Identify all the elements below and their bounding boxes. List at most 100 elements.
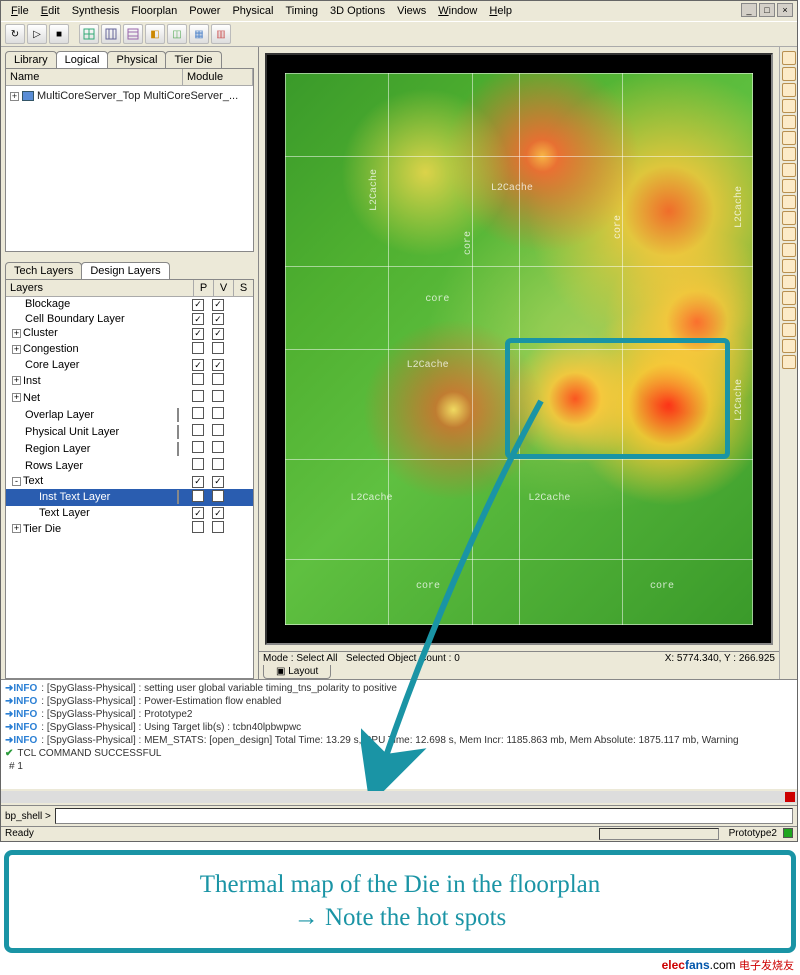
tree-header-module[interactable]: Module — [183, 69, 253, 85]
window-minimize-button[interactable]: _ — [741, 3, 757, 17]
side-tool-button[interactable] — [782, 179, 796, 193]
expander-icon[interactable]: + — [12, 345, 21, 354]
layer-checkbox-s[interactable] — [212, 342, 224, 354]
layer-checkbox-s[interactable]: ✓ — [212, 299, 224, 311]
side-tool-button[interactable] — [782, 355, 796, 369]
side-tool-button[interactable] — [782, 323, 796, 337]
expander-icon[interactable]: + — [12, 524, 21, 533]
layer-row[interactable]: -Text✓✓ — [6, 474, 253, 489]
menu-views[interactable]: Views — [391, 3, 432, 19]
expander-icon[interactable]: + — [12, 393, 21, 402]
layer-row[interactable]: Text Layer✓✓ — [6, 506, 253, 521]
layer-checkbox-v[interactable] — [192, 490, 204, 502]
toolbar-tool-d-icon[interactable]: ▥ — [211, 24, 231, 44]
toolbar-tool-c-icon[interactable]: ▦ — [189, 24, 209, 44]
layer-checkbox-s[interactable] — [212, 407, 224, 419]
layer-checkbox-s[interactable]: ✓ — [212, 313, 224, 325]
layer-checkbox-v[interactable] — [192, 373, 204, 385]
side-tool-button[interactable] — [782, 147, 796, 161]
layer-row[interactable]: Inst Text Layer — [6, 489, 253, 506]
layer-checkbox-s[interactable]: ✓ — [212, 359, 224, 371]
layer-checkbox-s[interactable]: ✓ — [212, 476, 224, 488]
layer-checkbox-s[interactable] — [212, 441, 224, 453]
layer-checkbox-v[interactable]: ✓ — [192, 313, 204, 325]
toolbar-tool-b-icon[interactable]: ◫ — [167, 24, 187, 44]
layer-swatch-icon[interactable] — [177, 425, 179, 439]
layer-row[interactable]: Region Layer — [6, 440, 253, 457]
expander-icon[interactable]: + — [12, 376, 21, 385]
side-tool-button[interactable] — [782, 227, 796, 241]
menu-window[interactable]: Window — [432, 3, 483, 19]
layers-header-p[interactable]: P — [193, 280, 213, 296]
menu-power[interactable]: Power — [183, 3, 226, 19]
layer-swatch-icon[interactable] — [177, 408, 179, 422]
expander-icon[interactable]: + — [10, 92, 19, 101]
layer-checkbox-v[interactable]: ✓ — [192, 328, 204, 340]
tree-header-name[interactable]: Name — [6, 69, 183, 85]
layer-checkbox-v[interactable]: ✓ — [192, 507, 204, 519]
menu-3d-options[interactable]: 3D Options — [324, 3, 391, 19]
toolbar-grid2-icon[interactable] — [101, 24, 121, 44]
tab-layout[interactable]: ▣ Layout — [263, 665, 331, 679]
toolbar-grid3-icon[interactable] — [123, 24, 143, 44]
side-tool-button[interactable] — [782, 99, 796, 113]
layer-row[interactable]: +Tier Die — [6, 520, 253, 537]
side-tool-button[interactable] — [782, 163, 796, 177]
layers-header-name[interactable]: Layers — [6, 280, 193, 296]
side-tool-button[interactable] — [782, 291, 796, 305]
side-tool-button[interactable] — [782, 115, 796, 129]
layer-checkbox-s[interactable] — [212, 390, 224, 402]
layer-checkbox-v[interactable] — [192, 342, 204, 354]
side-tool-button[interactable] — [782, 211, 796, 225]
layer-row[interactable]: Core Layer✓✓ — [6, 358, 253, 373]
menu-file[interactable]: FFileile — [5, 3, 35, 19]
layer-row[interactable]: Blockage✓✓ — [6, 297, 253, 312]
side-tool-button[interactable] — [782, 307, 796, 321]
layer-checkbox-s[interactable] — [212, 490, 224, 502]
side-tool-button[interactable] — [782, 275, 796, 289]
toolbar-tool-a-icon[interactable]: ◧ — [145, 24, 165, 44]
layer-row[interactable]: +Net — [6, 389, 253, 406]
layer-checkbox-s[interactable] — [212, 458, 224, 470]
layer-checkbox-v[interactable] — [192, 521, 204, 533]
layer-checkbox-v[interactable] — [192, 390, 204, 402]
layer-row[interactable]: Cell Boundary Layer✓✓ — [6, 312, 253, 327]
menu-timing[interactable]: Timing — [279, 3, 324, 19]
toolbar-refresh-icon[interactable]: ↻ — [5, 24, 25, 44]
layer-checkbox-s[interactable] — [212, 521, 224, 533]
layer-checkbox-v[interactable]: ✓ — [192, 299, 204, 311]
command-input[interactable] — [55, 808, 793, 824]
tab-design-layers[interactable]: Design Layers — [81, 262, 169, 279]
floorplan-canvas[interactable]: L2Cache L2Cache core core L2Cache core L… — [265, 53, 773, 645]
tab-library[interactable]: Library — [5, 51, 57, 68]
side-tool-button[interactable] — [782, 243, 796, 257]
layers-header-v[interactable]: V — [213, 280, 233, 296]
layer-row[interactable]: +Congestion — [6, 341, 253, 358]
layer-checkbox-s[interactable]: ✓ — [212, 507, 224, 519]
menu-help[interactable]: Help — [483, 3, 518, 19]
layer-swatch-icon[interactable] — [177, 490, 179, 504]
side-tool-button[interactable] — [782, 83, 796, 97]
layer-checkbox-s[interactable] — [212, 373, 224, 385]
toolbar-stop-icon[interactable]: ■ — [49, 24, 69, 44]
side-tool-button[interactable] — [782, 339, 796, 353]
tab-tier-die[interactable]: Tier Die — [165, 51, 221, 68]
side-tool-button[interactable] — [782, 131, 796, 145]
layer-checkbox-s[interactable] — [212, 424, 224, 436]
tab-tech-layers[interactable]: Tech Layers — [5, 262, 82, 279]
toolbar-grid1-icon[interactable] — [79, 24, 99, 44]
layer-checkbox-v[interactable]: ✓ — [192, 359, 204, 371]
expander-icon[interactable]: + — [12, 329, 21, 338]
layer-checkbox-v[interactable] — [192, 441, 204, 453]
toolbar-play-icon[interactable]: ▷ — [27, 24, 47, 44]
layer-swatch-icon[interactable] — [177, 442, 179, 456]
menu-floorplan[interactable]: Floorplan — [125, 3, 183, 19]
layer-row[interactable]: Overlap Layer — [6, 406, 253, 423]
layer-row[interactable]: Rows Layer — [6, 457, 253, 474]
layer-row[interactable]: +Cluster✓✓ — [6, 326, 253, 341]
side-tool-button[interactable] — [782, 67, 796, 81]
side-tool-button[interactable] — [782, 195, 796, 209]
menu-synthesis[interactable]: Synthesis — [66, 3, 126, 19]
layer-row[interactable]: Physical Unit Layer — [6, 423, 253, 440]
window-close-button[interactable]: × — [777, 3, 793, 17]
